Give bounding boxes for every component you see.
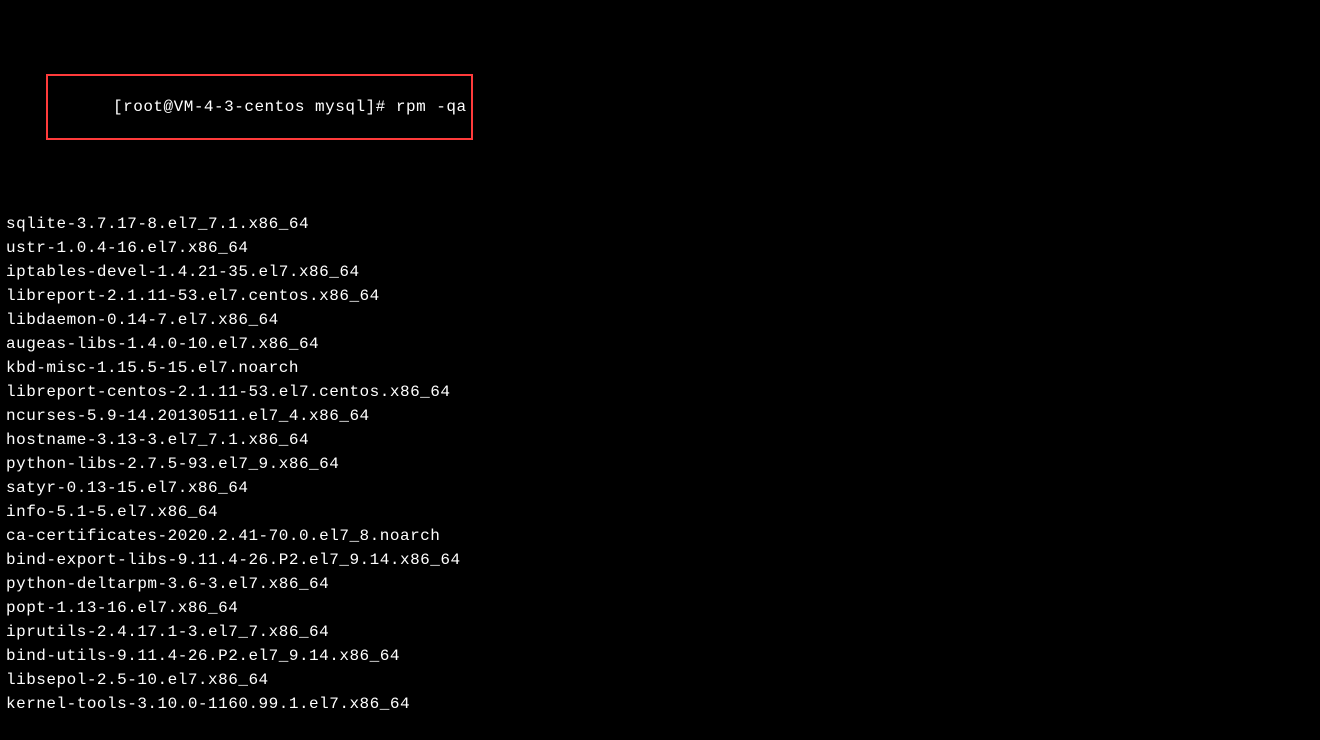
package-line: bind-export-libs-9.11.4-26.P2.el7_9.14.x… <box>6 548 1314 572</box>
shell-prompt: [root@VM-4-3-centos mysql]# <box>113 98 396 116</box>
package-line: libreport-centos-2.1.11-53.el7.centos.x8… <box>6 380 1314 404</box>
package-line: libdaemon-0.14-7.el7.x86_64 <box>6 308 1314 332</box>
package-line: augeas-libs-1.4.0-10.el7.x86_64 <box>6 332 1314 356</box>
package-line: info-5.1-5.el7.x86_64 <box>6 500 1314 524</box>
terminal-window[interactable]: [root@VM-4-3-centos mysql]# rpm -qa sqli… <box>6 2 1314 740</box>
package-line: iptables-devel-1.4.21-35.el7.x86_64 <box>6 260 1314 284</box>
command-line-row: [root@VM-4-3-centos mysql]# rpm -qa <box>6 50 1314 164</box>
package-line: python-libs-2.7.5-93.el7_9.x86_64 <box>6 452 1314 476</box>
package-line: popt-1.13-16.el7.x86_64 <box>6 596 1314 620</box>
command-output: sqlite-3.7.17-8.el7_7.1.x86_64ustr-1.0.4… <box>6 212 1314 716</box>
package-line: sqlite-3.7.17-8.el7_7.1.x86_64 <box>6 212 1314 236</box>
package-line: ca-certificates-2020.2.41-70.0.el7_8.noa… <box>6 524 1314 548</box>
package-line: bind-utils-9.11.4-26.P2.el7_9.14.x86_64 <box>6 644 1314 668</box>
package-line: kbd-misc-1.15.5-15.el7.noarch <box>6 356 1314 380</box>
package-line: hostname-3.13-3.el7_7.1.x86_64 <box>6 428 1314 452</box>
package-line: ncurses-5.9-14.20130511.el7_4.x86_64 <box>6 404 1314 428</box>
entered-command: rpm -qa <box>396 98 467 116</box>
package-line: libsepol-2.5-10.el7.x86_64 <box>6 668 1314 692</box>
highlighted-command-box: [root@VM-4-3-centos mysql]# rpm -qa <box>46 74 472 140</box>
package-line: satyr-0.13-15.el7.x86_64 <box>6 476 1314 500</box>
package-line: python-deltarpm-3.6-3.el7.x86_64 <box>6 572 1314 596</box>
package-line: libreport-2.1.11-53.el7.centos.x86_64 <box>6 284 1314 308</box>
package-line: iprutils-2.4.17.1-3.el7_7.x86_64 <box>6 620 1314 644</box>
package-line: kernel-tools-3.10.0-1160.99.1.el7.x86_64 <box>6 692 1314 716</box>
package-line: ustr-1.0.4-16.el7.x86_64 <box>6 236 1314 260</box>
